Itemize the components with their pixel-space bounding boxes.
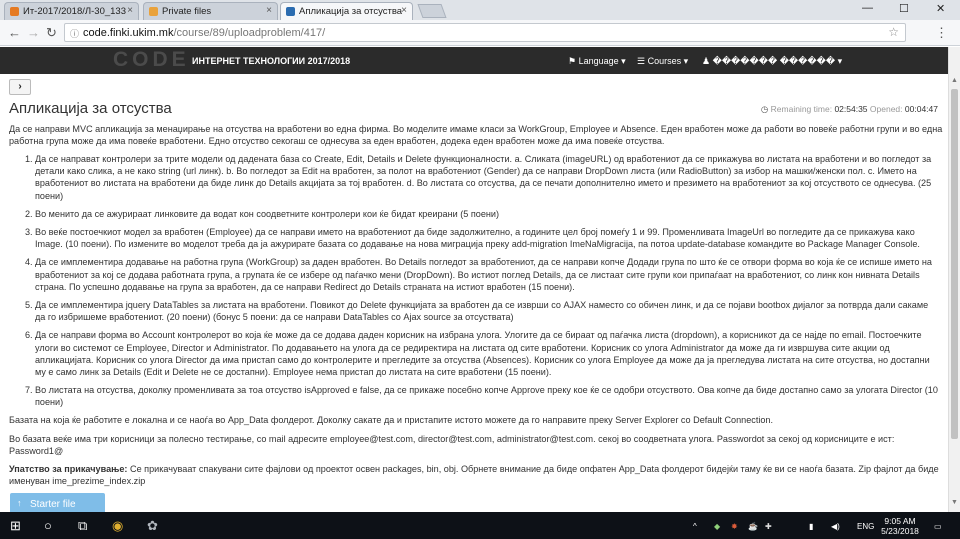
url-host: code.finki.ukim.mk bbox=[83, 27, 174, 39]
starter-file-label: Starter file bbox=[30, 499, 76, 510]
courses-menu[interactable]: ☰ Courses ▾ bbox=[637, 56, 688, 67]
clock-time: 9:05 AM bbox=[884, 516, 916, 526]
tab-close-icon[interactable]: × bbox=[266, 5, 272, 16]
tray-app-icon[interactable]: ✚ bbox=[765, 522, 772, 531]
browser-tab-bar: Ит-2017/2018/Л-30_133 × Private files × … bbox=[0, 0, 960, 20]
site-header: CODE ИНТЕРНЕТ ТЕХНОЛОГИИ 2017/2018 ⚑ Lan… bbox=[0, 47, 948, 74]
tab-close-icon[interactable]: × bbox=[401, 5, 407, 16]
language-label: Language bbox=[578, 56, 619, 66]
clock-date: 5/23/2018 bbox=[881, 526, 919, 536]
page-title: Апликација за отсуства bbox=[9, 100, 172, 117]
tray-app-icon[interactable]: ◆ bbox=[714, 522, 720, 531]
list-item: 3. Во веќе постоечкиот модел за вработен … bbox=[25, 227, 920, 250]
taskbar-clock[interactable]: 9:05 AM 5/23/2018 bbox=[879, 516, 921, 536]
courses-icon: ☰ bbox=[637, 56, 646, 66]
bookmark-star-icon[interactable]: ☆ bbox=[888, 25, 899, 39]
list-item: 4. Да се имплементира додавање на работна… bbox=[25, 257, 932, 292]
moodle-favicon-icon bbox=[149, 7, 158, 16]
tray-app-icon[interactable]: ☕ bbox=[748, 522, 758, 531]
remaining-value: 02:54:35 bbox=[834, 104, 868, 114]
scroll-up-icon[interactable]: ▲ bbox=[951, 77, 958, 84]
remaining-label: Remaining time: bbox=[770, 104, 833, 114]
scroll-thumb[interactable] bbox=[951, 89, 958, 439]
browser-tab[interactable]: Ит-2017/2018/Л-30_133 × bbox=[4, 2, 139, 20]
back-icon[interactable]: ← bbox=[8, 25, 21, 40]
database-paragraph: Базата на која ќе работите е локална и с… bbox=[9, 415, 774, 425]
main-content: › Апликација за отсуства ◷ Remaining tim… bbox=[0, 74, 948, 512]
show-hidden-icons-icon[interactable]: ^ bbox=[693, 522, 697, 531]
taskbar-app-icon[interactable]: ✿ bbox=[147, 518, 158, 534]
list-item: 6. Да се направи форма во Account контрол… bbox=[25, 330, 930, 378]
windows-start-icon[interactable]: ⊞ bbox=[10, 518, 21, 534]
maximize-icon[interactable]: ☐ bbox=[899, 2, 909, 15]
windows-taskbar: ⊞ ○ ⧉ ◉ ✿ ^ ◆ ✸ ☕ ✚ ▮ ◀) ENG 9:05 AM 5/2… bbox=[0, 512, 960, 539]
language-indicator[interactable]: ENG bbox=[857, 522, 874, 531]
browser-toolbar: ← → ↻ ⓘ code.finki.ukim.mk/course/89/upl… bbox=[0, 20, 960, 46]
chevron-down-icon: ▾ bbox=[621, 56, 626, 66]
network-icon[interactable]: ▮ bbox=[809, 522, 813, 531]
url-path: /course/89/uploadproblem/417/ bbox=[173, 27, 326, 39]
reload-icon[interactable]: ↻ bbox=[46, 25, 57, 41]
browser-tab-active[interactable]: Апликација за отсуства × bbox=[280, 2, 413, 20]
list-item: 1. Да се направат контролери за трите мод… bbox=[25, 154, 932, 201]
sidebar-toggle-button[interactable]: › bbox=[9, 79, 31, 95]
starter-file-button[interactable]: ↑ Starter file bbox=[10, 493, 105, 512]
volume-icon[interactable]: ◀) bbox=[831, 522, 840, 531]
user-menu[interactable]: ♟ ������� ������ ▾ bbox=[702, 56, 842, 67]
chevron-down-icon: ▾ bbox=[683, 56, 689, 66]
task-view-icon[interactable]: ⧉ bbox=[78, 518, 87, 534]
tray-app-icon[interactable]: ✸ bbox=[731, 522, 738, 531]
upload-icon: ↑ bbox=[17, 498, 22, 508]
tab-title: Private files bbox=[162, 6, 212, 17]
browser-menu-icon[interactable]: ⋮ bbox=[935, 25, 948, 41]
search-icon[interactable]: ○ bbox=[44, 518, 52, 533]
tab-title: Ит-2017/2018/Л-30_133 bbox=[23, 6, 126, 17]
scroll-down-icon[interactable]: ▼ bbox=[951, 499, 958, 506]
upload-instructions: Упатство за прикачување: Се прикачуваат … bbox=[9, 463, 944, 487]
moodle-favicon-icon bbox=[10, 7, 19, 16]
address-bar[interactable]: ⓘ code.finki.ukim.mk/course/89/uploadpro… bbox=[64, 23, 906, 42]
timer: ◷ Remaining time: 02:54:35 Opened: 00:04… bbox=[761, 104, 938, 115]
tab-title: Апликација за отсуства bbox=[299, 6, 403, 17]
upload-instructions-label: Упатство за прикачување: bbox=[9, 464, 128, 474]
forward-icon[interactable]: → bbox=[27, 25, 40, 40]
opened-value: 00:04:47 bbox=[904, 104, 938, 114]
task-list: 1. Да се направат контролери за трите мод… bbox=[25, 153, 940, 415]
upload-instructions-text: Се прикачуваат спакувани сите фајлови од… bbox=[9, 464, 939, 487]
site-info-icon[interactable]: ⓘ bbox=[70, 27, 79, 40]
new-tab-button[interactable] bbox=[417, 4, 447, 18]
list-item: 7. Во листата на отсуства, доколку промен… bbox=[25, 385, 938, 408]
minimize-icon[interactable]: — bbox=[862, 2, 873, 14]
browser-tab[interactable]: Private files × bbox=[143, 2, 278, 20]
globe-icon: ⚑ bbox=[568, 56, 577, 66]
intro-paragraph: Да се направи MVC апликација за менаџира… bbox=[9, 124, 943, 147]
user-name: ������� ������ ▾ bbox=[712, 56, 843, 66]
tab-close-icon[interactable]: × bbox=[127, 5, 133, 16]
close-window-icon[interactable]: ✕ bbox=[936, 2, 945, 15]
users-paragraph: Во базата веќе има три корисници за поле… bbox=[9, 434, 895, 457]
clock-icon: ◷ bbox=[760, 104, 769, 114]
list-item: 5. Да се имплементира jquery DataTables з… bbox=[25, 300, 929, 323]
code-logo[interactable]: CODE bbox=[113, 48, 190, 72]
courses-label: Courses bbox=[647, 56, 682, 66]
course-title[interactable]: ИНТЕРНЕТ ТЕХНОЛОГИИ 2017/2018 bbox=[192, 56, 350, 66]
language-menu[interactable]: ⚑ Language ▾ bbox=[568, 56, 626, 67]
opened-label: Opened: bbox=[869, 104, 903, 114]
notifications-icon[interactable]: ▭ bbox=[934, 522, 942, 531]
chrome-icon[interactable]: ◉ bbox=[112, 518, 123, 534]
page-scrollbar[interactable]: ▲ ▼ bbox=[948, 47, 960, 512]
code-favicon-icon bbox=[286, 7, 295, 16]
list-item: 2. Во менито да се ажурираат линковите да… bbox=[25, 208, 500, 219]
user-icon: ♟ bbox=[702, 56, 711, 66]
